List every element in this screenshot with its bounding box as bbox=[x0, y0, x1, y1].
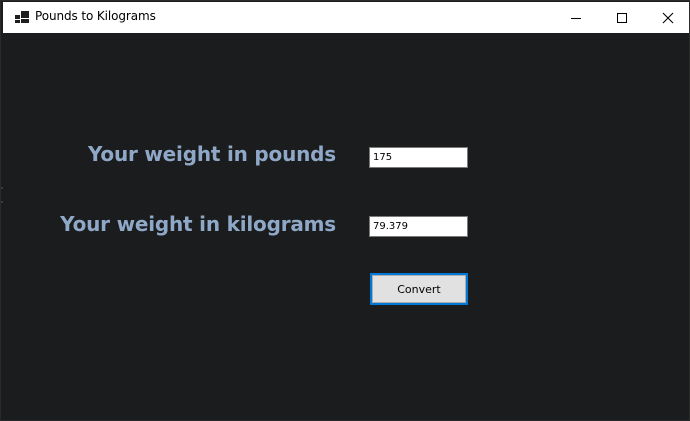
window-title: Pounds to Kilograms bbox=[35, 9, 156, 23]
close-icon bbox=[662, 12, 674, 24]
close-button[interactable] bbox=[645, 2, 690, 33]
convert-button[interactable]: Convert bbox=[370, 273, 468, 305]
form-client-area: Your weight in pounds Your weight in kil… bbox=[1, 33, 689, 420]
window-edge-mark bbox=[1, 187, 3, 189]
pounds-input[interactable] bbox=[369, 147, 468, 168]
kilograms-label: Your weight in kilograms bbox=[60, 212, 336, 236]
minimize-icon bbox=[571, 18, 581, 19]
minimize-button[interactable] bbox=[553, 2, 599, 33]
maximize-button[interactable] bbox=[599, 2, 645, 33]
pounds-label: Your weight in pounds bbox=[87, 142, 336, 166]
maximize-icon bbox=[617, 13, 627, 23]
convert-button-label: Convert bbox=[397, 282, 441, 296]
window-edge-mark bbox=[1, 201, 3, 203]
title-bar[interactable]: Pounds to Kilograms bbox=[3, 2, 689, 33]
kilograms-output[interactable] bbox=[369, 216, 468, 237]
app-window: Pounds to Kilograms Your weight in pound… bbox=[0, 0, 690, 421]
app-window-icon bbox=[15, 11, 29, 23]
